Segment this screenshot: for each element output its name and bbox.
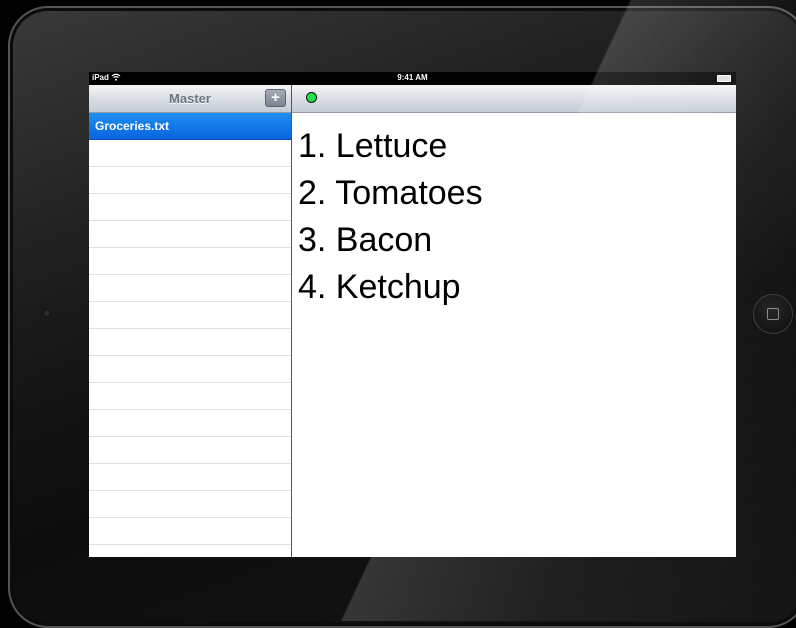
status-dot-icon — [306, 92, 317, 103]
list-item-empty — [89, 518, 291, 545]
list-item-empty — [89, 383, 291, 410]
detail-nav-bar — [292, 85, 736, 113]
master-title: Master — [169, 91, 211, 106]
list-item-empty — [89, 491, 291, 518]
list-item-empty — [89, 221, 291, 248]
list-item-empty — [89, 302, 291, 329]
add-button[interactable]: + — [265, 89, 286, 107]
detail-pane: 1. Lettuce 2. Tomatoes 3. Bacon 4. Ketchup — [292, 85, 736, 557]
list-item-empty — [89, 437, 291, 464]
list-item-empty — [89, 464, 291, 491]
list-item-empty — [89, 329, 291, 356]
list-item-empty — [89, 410, 291, 437]
screen: iPad 9:41 AM Master + Groceries.txt 1. L… — [89, 72, 736, 557]
home-button[interactable] — [754, 295, 792, 333]
battery-icon — [717, 75, 731, 82]
home-square-icon — [767, 308, 779, 320]
front-camera — [44, 310, 50, 316]
list-item-empty — [89, 194, 291, 221]
list-item-empty — [89, 140, 291, 167]
document-text[interactable]: 1. Lettuce 2. Tomatoes 3. Bacon 4. Ketchup — [298, 123, 483, 311]
master-nav-bar: Master + — [89, 85, 291, 113]
status-bar: iPad 9:41 AM — [89, 72, 736, 85]
content-line: 1. Lettuce — [298, 127, 448, 165]
list-item-empty — [89, 356, 291, 383]
content-line: 2. Tomatoes — [298, 174, 483, 212]
list-item-empty — [89, 248, 291, 275]
master-pane: Master + Groceries.txt — [89, 85, 291, 557]
list-item-groceries-txt[interactable]: Groceries.txt — [89, 113, 291, 140]
content-line: 4. Ketchup — [298, 268, 461, 306]
content-line: 3. Bacon — [298, 221, 433, 259]
status-time: 9:41 AM — [397, 73, 428, 82]
list-item-empty — [89, 275, 291, 302]
file-list: Groceries.txt — [89, 113, 291, 545]
list-item-empty — [89, 167, 291, 194]
